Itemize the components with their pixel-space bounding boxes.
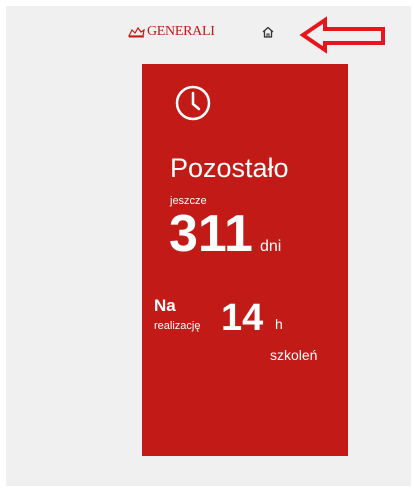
na-label: Na bbox=[154, 296, 176, 315]
days-unit: dni bbox=[260, 238, 282, 255]
generali-lion-icon bbox=[128, 26, 145, 38]
clock-icon bbox=[175, 85, 211, 121]
arrow-left-icon bbox=[299, 16, 385, 54]
hours-value: 14 bbox=[221, 297, 264, 339]
hours-unit: h bbox=[275, 316, 283, 332]
page: GENERALI Pozostało jeszcze 311 dni Na re… bbox=[6, 6, 411, 486]
days-value: 311 bbox=[169, 205, 253, 263]
realizacje-label: realizację bbox=[154, 320, 201, 332]
home-icon[interactable] bbox=[261, 25, 275, 39]
szkolen-label: szkoleń bbox=[270, 347, 318, 363]
header: GENERALI bbox=[6, 6, 411, 60]
generali-logo[interactable]: GENERALI bbox=[128, 25, 215, 39]
logo-text: GENERALI bbox=[147, 24, 215, 39]
remaining-time-card: Pozostało jeszcze 311 dni Na realizację … bbox=[142, 64, 348, 456]
remaining-title: Pozostało bbox=[170, 153, 289, 183]
